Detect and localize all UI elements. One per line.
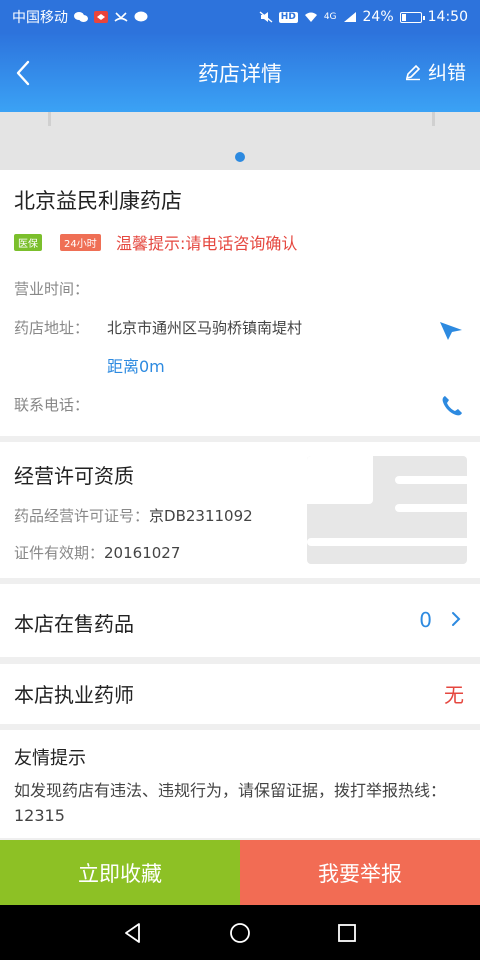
back-arrow-icon[interactable] <box>12 58 34 88</box>
hd-badge: HD <box>278 11 298 23</box>
license-validity-row: 证件有效期：20161027 <box>14 542 180 563</box>
store-info-card: 北京益民利康药店 医保 24小时 温馨提示:请电话咨询确认 营业时间： 药店地址… <box>0 170 480 436</box>
correct-button[interactable]: 纠错 <box>404 58 466 85</box>
distance-label: 距离0m <box>107 357 165 376</box>
license-number-value: 京DB2311092 <box>149 507 253 525</box>
warm-tip: 温馨提示:请电话咨询确认 <box>116 234 298 253</box>
pharmacists-row[interactable]: 本店执业药师 无 <box>0 664 480 724</box>
license-card: 经营许可资质 药品经营许可证号：京DB2311092 证件有效期：2016102… <box>0 442 480 578</box>
battery-fill <box>401 13 406 21</box>
back-triangle-icon[interactable] <box>122 922 144 944</box>
signal-icon <box>343 12 356 22</box>
notice-text: 如发现药店有违法、违规行为，请保留证据，拨打举报热线：12315 <box>14 781 447 825</box>
license-number-row: 药品经营许可证号：京DB2311092 <box>14 505 253 526</box>
notice-card: 友情提示 如发现药店有违法、违规行为，请保留证据，拨打举报热线：12315 <box>0 730 480 838</box>
phone-icon[interactable] <box>440 394 464 418</box>
image-banner[interactable] <box>0 112 480 170</box>
bottom-action-bar: 立即收藏 我要举报 <box>0 840 480 905</box>
report-button[interactable]: 我要举报 <box>240 840 480 905</box>
carousel-indicator[interactable] <box>235 152 245 162</box>
correct-label: 纠错 <box>427 62 466 84</box>
banner-decoration <box>48 112 51 126</box>
missed-call-icon <box>114 12 128 22</box>
app-notification-icon <box>94 11 108 23</box>
clock: 14:50 <box>427 9 468 25</box>
license-image-placeholder <box>395 504 467 512</box>
navigate-icon[interactable] <box>438 316 464 342</box>
carrier-label: 中国移动 <box>12 10 68 26</box>
app-header: 药店详情 纠错 <box>0 34 480 112</box>
mute-icon <box>259 11 273 23</box>
24h-tag: 24小时 <box>60 234 101 251</box>
message-icon <box>134 11 148 22</box>
drugs-on-sale-row[interactable]: 本店在售药品 0 <box>0 584 480 657</box>
recents-square-icon[interactable] <box>336 922 358 944</box>
license-validity-value: 20161027 <box>104 544 181 562</box>
license-title: 经营许可资质 <box>14 464 134 488</box>
status-bar: 中国移动 HD 4G 24% 14:50 <box>0 0 480 34</box>
pharmacists-value: 无 <box>444 683 464 707</box>
license-validity-label: 证件有效期： <box>14 544 105 562</box>
edit-icon <box>405 64 421 80</box>
banner-decoration <box>432 112 435 126</box>
license-image-placeholder <box>395 476 467 484</box>
store-name: 北京益民利康药店 <box>14 189 182 213</box>
system-nav-bar <box>0 905 480 960</box>
address-label: 药店地址： <box>14 319 90 337</box>
wechat-icon <box>74 12 88 22</box>
battery-icon <box>399 11 425 23</box>
hours-label: 营业时间： <box>14 280 90 298</box>
wifi-icon <box>304 12 317 22</box>
drugs-label: 本店在售药品 <box>14 612 134 636</box>
chevron-right-icon <box>452 612 461 626</box>
license-number-label: 药品经营许可证号： <box>14 507 150 525</box>
home-circle-icon[interactable] <box>229 922 251 944</box>
network-type: 4G <box>323 12 337 22</box>
notice-title: 友情提示 <box>14 748 86 769</box>
pharmacists-label: 本店执业药师 <box>14 683 134 707</box>
insurance-tag: 医保 <box>14 234 42 251</box>
phone-label: 联系电话： <box>14 396 90 414</box>
license-image-placeholder <box>307 456 373 504</box>
license-image-placeholder <box>307 538 467 546</box>
address-value: 北京市通州区马驹桥镇南堤村 <box>107 319 303 337</box>
drugs-count: 0 <box>419 608 432 632</box>
battery-percent: 24% <box>362 9 394 25</box>
favorite-button[interactable]: 立即收藏 <box>0 840 240 905</box>
license-image[interactable] <box>307 456 467 564</box>
